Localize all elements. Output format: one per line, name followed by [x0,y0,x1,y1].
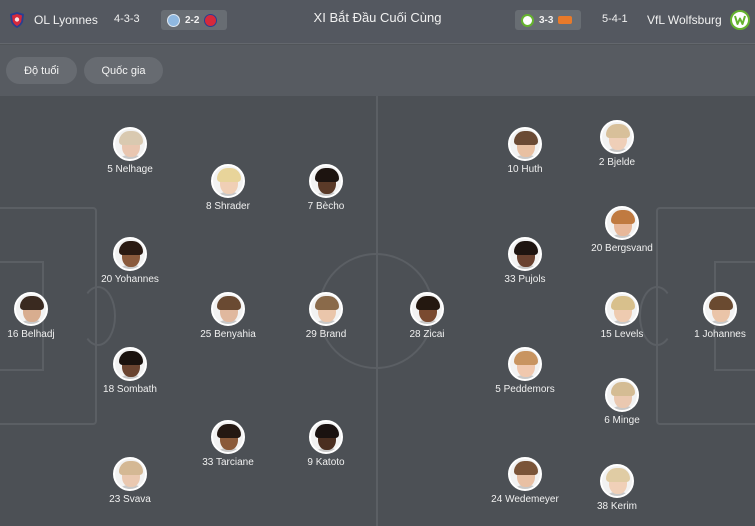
player-card[interactable]: 23 Svava [80,457,180,505]
player-card[interactable]: 20 Bergsvand [572,206,672,254]
filter-bar: Độ tuổi Quốc gia [0,45,755,96]
player-name: 8 Shrader [206,201,250,212]
player-photo [508,457,542,491]
player-name: 18 Sombath [103,384,157,395]
player-card[interactable]: 16 Belhadj [0,292,81,340]
player-name: 10 Huth [507,164,543,175]
player-card[interactable]: 33 Pujols [475,237,575,285]
player-photo [508,347,542,381]
away-team-name: VfL Wolfsburg [647,13,722,27]
player-name: 25 Benyahia [200,329,256,340]
player-name: 7 Bècho [307,201,345,212]
player-card[interactable]: 8 Shrader [178,164,278,212]
player-card[interactable]: 6 Minge [572,378,672,426]
player-card[interactable]: 24 Wedemeyer [475,457,575,505]
player-card[interactable]: 1 Johannes [670,292,755,340]
player-card[interactable]: 28 Zicai [377,292,477,340]
player-name: 15 Levels [600,329,644,340]
away-formation: 5-4-1 [602,13,628,25]
match-header: OL Lyonnes 4-3-3 2-2 XI Bắt Đầu Cuối Cùn… [0,0,755,44]
player-card[interactable]: 10 Huth [475,127,575,175]
player-photo [600,464,634,498]
player-name: 16 Belhadj [7,329,55,340]
player-card[interactable]: 38 Kerim [567,464,667,512]
player-name: 33 Pujols [504,274,546,285]
player-name: 9 Katoto [307,457,345,468]
player-card[interactable]: 33 Tarciane [178,420,278,468]
player-card[interactable]: 29 Brand [276,292,376,340]
player-name: 20 Yohannes [101,274,159,285]
away-score: 3-3 [539,14,554,26]
filter-nationality-chip[interactable]: Quốc gia [84,57,163,84]
player-photo [113,457,147,491]
player-card[interactable]: 9 Katoto [276,420,376,468]
player-photo [14,292,48,326]
player-photo [113,127,147,161]
player-name: 5 Peddemors [495,384,555,395]
wolfsburg-mini-crest-icon [521,13,534,27]
player-photo [309,420,343,454]
player-name: 38 Kerim [596,501,637,512]
player-card[interactable]: 20 Yohannes [80,237,180,285]
away-score-pill[interactable]: 3-3 [515,10,581,30]
player-card[interactable]: 5 Nelhage [80,127,180,175]
player-name: 5 Nelhage [107,164,153,175]
player-photo [211,420,245,454]
player-photo [309,164,343,198]
wolfsburg-crest-icon [729,10,750,30]
page-title: XI Bắt Đầu Cuối Cùng [313,10,442,25]
player-photo [113,347,147,381]
player-name: 33 Tarciane [202,457,254,468]
player-photo [600,120,634,154]
player-photo [410,292,444,326]
player-photo [605,378,639,412]
player-photo [508,237,542,271]
player-name: 28 Zicai [409,329,445,340]
player-photo [703,292,737,326]
player-photo [309,292,343,326]
player-name: 20 Bergsvand [591,243,653,254]
player-photo [508,127,542,161]
player-name: 6 Minge [604,415,640,426]
away-team[interactable]: VfL Wolfsburg [647,10,750,30]
player-name: 2 Bjelde [598,157,636,168]
player-name: 24 Wedemeyer [491,494,559,505]
player-card[interactable]: 18 Sombath [80,347,180,395]
player-photo [605,292,639,326]
player-name: 29 Brand [305,329,347,340]
player-card[interactable]: 2 Bjelde [567,120,667,168]
player-photo [211,164,245,198]
player-name: 23 Svava [109,494,151,505]
player-card[interactable]: 5 Peddemors [475,347,575,395]
left-arc [80,286,116,346]
player-photo [605,206,639,240]
player-card[interactable]: 7 Bècho [276,164,376,212]
player-card[interactable]: 25 Benyahia [178,292,278,340]
player-photo [113,237,147,271]
player-photo [211,292,245,326]
player-card[interactable]: 15 Levels [572,292,672,340]
player-name: 1 Johannes [694,329,746,340]
filter-age-chip[interactable]: Độ tuổi [6,57,77,84]
opponent-badge-icon [558,16,573,24]
